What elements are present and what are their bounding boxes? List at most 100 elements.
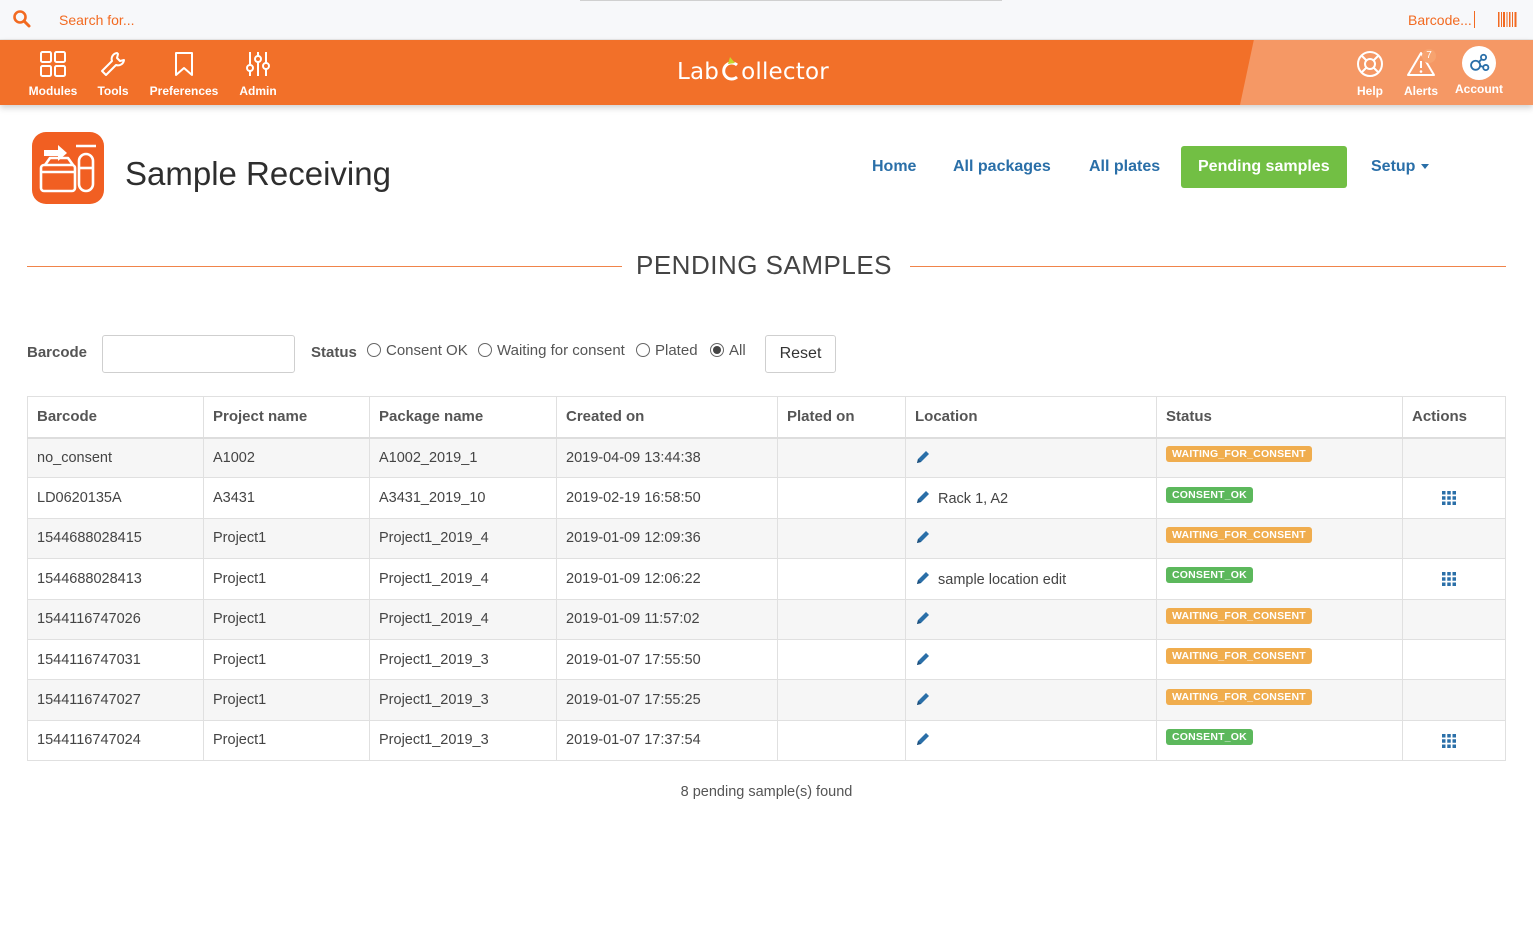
status-badge: CONSENT_OK (1166, 728, 1253, 745)
logo-c-icon (722, 57, 739, 81)
nav-help[interactable]: Help (1352, 40, 1388, 105)
radio-button[interactable] (478, 343, 492, 357)
nav-admin-label: Admin (239, 84, 277, 98)
column-header-project-name[interactable]: Project name (203, 396, 370, 438)
barcode-icon[interactable] (1498, 12, 1517, 27)
nav-alerts[interactable]: 7 Alerts (1400, 40, 1442, 105)
cell-project-name: Project1 (203, 558, 370, 600)
cell-project-name: Project1 (203, 679, 370, 721)
cell-package-name: Project1_2019_4 (369, 517, 557, 560)
labcollector-logo[interactable]: Lab ollector (677, 56, 829, 90)
pencil-icon[interactable] (915, 449, 931, 465)
page-title: Sample Receiving (125, 155, 391, 192)
cell-barcode: 1544688028413 (27, 558, 204, 600)
barcode-filter-label: Barcode (27, 344, 88, 361)
bookmark-icon (175, 52, 193, 76)
cell-status: CONSENT_OK (1156, 719, 1403, 762)
radio-all[interactable]: All (710, 342, 746, 359)
cell-plated-on (777, 517, 906, 560)
pencil-icon[interactable] (915, 610, 931, 626)
barcode-search-input[interactable] (1400, 6, 1480, 34)
status-badge: WAITING_FOR_CONSENT (1166, 688, 1312, 705)
pencil-icon[interactable] (915, 489, 931, 505)
nav-account[interactable]: Account (1452, 40, 1506, 105)
plate-grid-icon[interactable] (1442, 491, 1456, 506)
plate-grid-icon[interactable] (1442, 733, 1456, 748)
pencil-icon[interactable] (915, 691, 931, 707)
cell-package-name: Project1_2019_4 (369, 598, 557, 640)
table-row: 1544688028415 Project1 Project1_2019_4 2019… (27, 517, 1506, 560)
column-header-barcode[interactable]: Barcode (27, 396, 204, 438)
table-header-row: Barcode Project name Package name Create… (27, 396, 1506, 438)
pencil-icon[interactable] (915, 651, 931, 667)
pending-samples-table: Barcode Project name Package name Create… (27, 396, 1506, 762)
section-title: PENDING SAMPLES (636, 250, 893, 280)
radio-label: Consent OK (386, 342, 468, 359)
cell-actions (1402, 598, 1506, 640)
cell-created-on: 2019-01-07 17:37:54 (556, 719, 778, 762)
column-header-plated-on[interactable]: Plated on (777, 396, 906, 438)
cell-barcode: 1544688028415 (27, 517, 204, 560)
subnav-setup[interactable]: Setup (1371, 146, 1430, 188)
cell-location (905, 638, 1157, 681)
status-badge: WAITING_FOR_CONSENT (1166, 446, 1312, 463)
pencil-icon[interactable] (915, 570, 931, 586)
radio-button[interactable] (636, 343, 650, 357)
barcode-filter-input[interactable] (102, 335, 295, 373)
cell-plated-on (777, 436, 906, 479)
column-header-status[interactable]: Status (1156, 396, 1403, 438)
radio-button[interactable] (367, 343, 381, 357)
column-header-created-on[interactable]: Created on (556, 396, 778, 438)
cell-project-name: Project1 (203, 638, 370, 681)
reset-button[interactable]: Reset (765, 335, 836, 373)
radio-plated[interactable]: Plated (636, 342, 698, 359)
nav-modules-label: Modules (28, 84, 78, 98)
table-row: 1544688028413 Project1 Project1_2019_4 2019… (27, 558, 1506, 600)
cell-status: WAITING_FOR_CONSENT (1156, 638, 1403, 681)
nav-tools[interactable]: Tools (94, 40, 132, 105)
subnav-setup-label: Setup (1371, 158, 1416, 175)
subnav-all-plates[interactable]: All plates (1089, 146, 1160, 188)
cell-plated-on (777, 719, 906, 762)
global-search-input[interactable] (50, 6, 450, 34)
nav-preferences[interactable]: Preferences (146, 40, 222, 105)
logo-text-right: ollector (741, 59, 829, 85)
cell-created-on: 2019-01-09 12:09:36 (556, 517, 778, 560)
table-row: 1544116747031 Project1 Project1_2019_3 2019… (27, 638, 1506, 681)
cell-barcode: 1544116747024 (27, 719, 204, 762)
cell-project-name: A3431 (203, 477, 370, 519)
modules-icon (40, 51, 66, 77)
cell-created-on: 2019-01-07 17:55:25 (556, 679, 778, 721)
subnav-pending-samples[interactable]: Pending samples (1181, 146, 1347, 188)
radio-label: Waiting for consent (497, 342, 625, 359)
section-divider-left (27, 266, 622, 267)
search-icon[interactable] (12, 9, 32, 29)
cell-actions (1402, 679, 1506, 721)
column-header-package-name[interactable]: Package name (369, 396, 557, 438)
nav-admin[interactable]: Admin (236, 40, 280, 105)
status-filter-label: Status (311, 344, 357, 361)
table-row: LD0620135A A3431 A3431_2019_10 2019-02-19 1… (27, 477, 1506, 519)
nav-help-label: Help (1356, 84, 1383, 98)
cell-status: WAITING_FOR_CONSENT (1156, 679, 1403, 721)
location-text: sample location edit (938, 571, 1067, 588)
radio-button-selected[interactable] (710, 343, 724, 357)
nav-modules[interactable]: Modules (24, 40, 82, 105)
radio-label: Plated (655, 342, 698, 359)
subnav-home[interactable]: Home (872, 146, 916, 188)
text-cursor (1474, 11, 1475, 28)
cell-actions (1402, 558, 1506, 600)
cell-barcode: LD0620135A (27, 477, 204, 519)
column-header-location[interactable]: Location (905, 396, 1157, 438)
plate-grid-icon[interactable] (1442, 572, 1456, 587)
nav-tools-label: Tools (97, 84, 129, 98)
radio-consent-ok[interactable]: Consent OK (367, 342, 468, 359)
subnav-all-packages[interactable]: All packages (953, 146, 1051, 188)
cell-project-name: Project1 (203, 517, 370, 560)
section-divider-right (910, 266, 1506, 267)
pencil-icon[interactable] (915, 731, 931, 747)
cell-actions (1402, 719, 1506, 762)
pencil-icon[interactable] (915, 529, 931, 545)
cell-location (905, 517, 1157, 560)
radio-waiting-for-consent[interactable]: Waiting for consent (478, 342, 625, 359)
